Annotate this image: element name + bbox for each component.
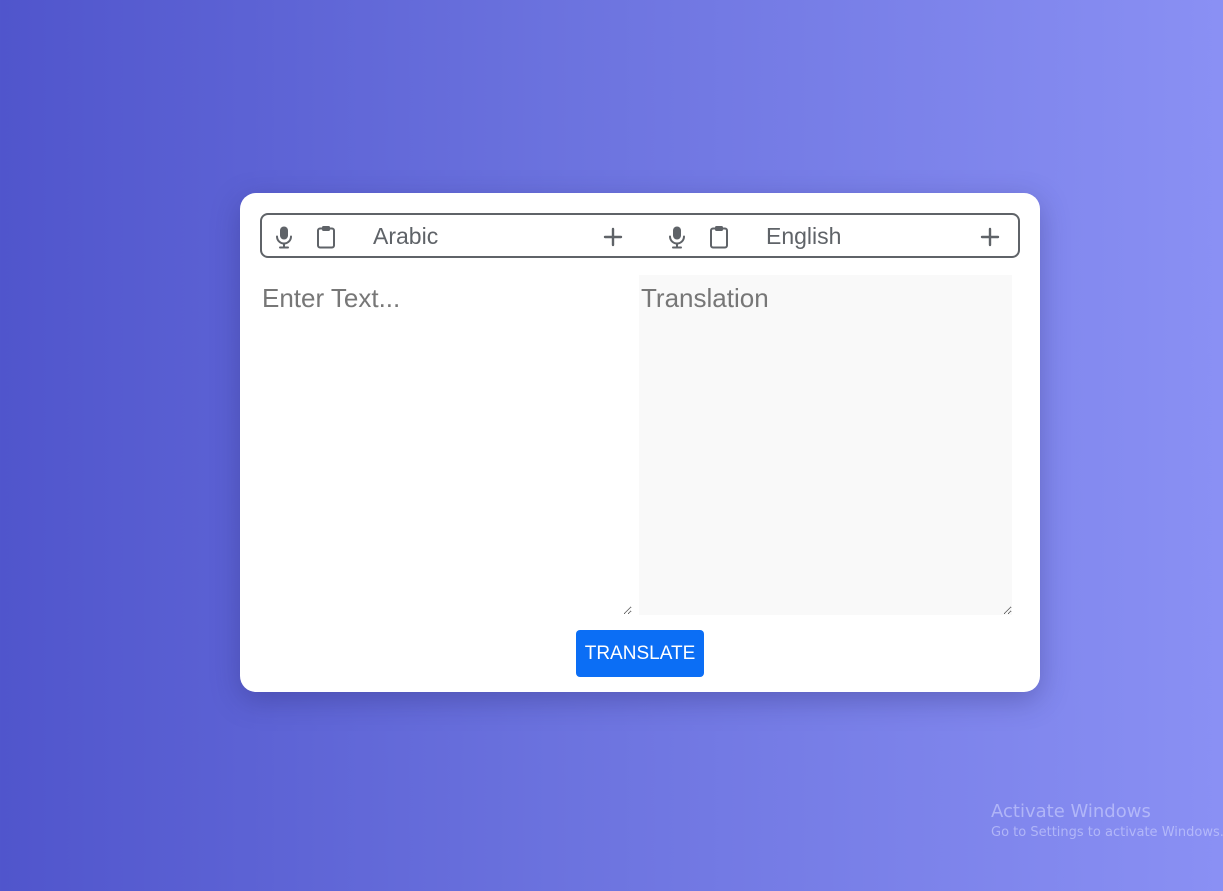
source-text-input[interactable]: [260, 275, 632, 615]
plus-icon[interactable]: [979, 225, 1001, 249]
translation-output[interactable]: [639, 275, 1012, 615]
from-language-select[interactable]: Arabic: [373, 221, 438, 251]
watermark-subtitle: Go to Settings to activate Windows.: [991, 825, 1223, 840]
activation-watermark: Activate Windows Go to Settings to activ…: [991, 800, 1223, 842]
clipboard-icon[interactable]: [315, 225, 337, 249]
clipboard-icon[interactable]: [708, 225, 730, 249]
microphone-icon[interactable]: [273, 225, 295, 249]
translator-card: Arabic English TRANSLATE: [240, 193, 1040, 692]
watermark-title: Activate Windows: [991, 801, 1151, 822]
plus-icon[interactable]: [602, 225, 624, 249]
translate-button[interactable]: TRANSLATE: [576, 630, 704, 677]
language-controls: Arabic English: [260, 213, 1020, 258]
microphone-icon[interactable]: [666, 225, 688, 249]
to-language-select[interactable]: English: [766, 221, 841, 251]
